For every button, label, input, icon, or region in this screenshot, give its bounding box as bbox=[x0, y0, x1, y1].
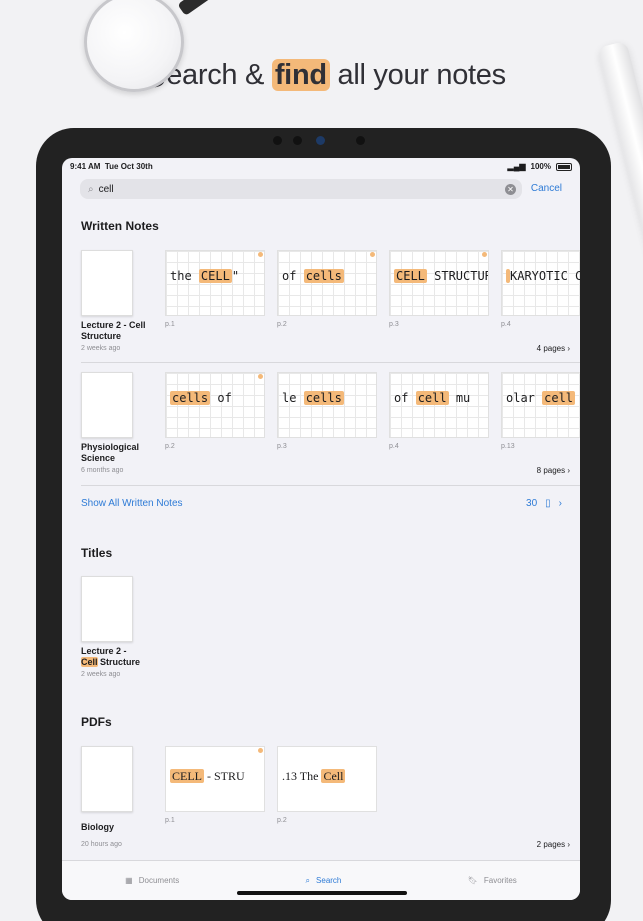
page-label: p.13 bbox=[501, 443, 515, 450]
section-titles: Titles bbox=[81, 546, 113, 560]
page-label: p.1 bbox=[165, 817, 175, 824]
home-indicator bbox=[237, 891, 407, 895]
document-name: Lecture 2 - Cell Structure bbox=[81, 320, 146, 341]
document-name: Biology bbox=[81, 822, 114, 832]
headline-part1: earch & bbox=[166, 59, 272, 91]
search-input[interactable]: ⌕ cell ✕ bbox=[80, 179, 522, 199]
document-name: Physiological Science bbox=[81, 442, 140, 463]
list-item[interactable]: Lecture 2 - Cell Structure 2 weeks ago bbox=[81, 576, 580, 686]
written-notes-count[interactable]: 30 ▯ › bbox=[526, 498, 562, 509]
grid-icon: ▦ bbox=[125, 876, 133, 885]
status-time: 9:41 AM bbox=[70, 162, 101, 171]
document-date: 2 weeks ago bbox=[81, 345, 121, 352]
document-thumbnail bbox=[81, 746, 133, 812]
page-count[interactable]: 4 pages › bbox=[537, 344, 570, 353]
page-label: p.2 bbox=[277, 817, 287, 824]
headline-highlight: find bbox=[271, 59, 330, 91]
page-count[interactable]: 8 pages › bbox=[537, 466, 570, 475]
section-written-notes: Written Notes bbox=[81, 219, 159, 233]
list-item[interactable]: Biology 20 hours ago CELL - STRU p.1 .13… bbox=[81, 746, 580, 856]
page-result[interactable]: of cell mu bbox=[389, 372, 489, 438]
clear-icon[interactable]: ✕ bbox=[505, 183, 516, 195]
page-result[interactable]: of cells bbox=[277, 250, 377, 316]
list-item[interactable]: Lecture 2 - Cell Structure 2 weeks ago t… bbox=[81, 250, 580, 360]
page-result[interactable]: CELL - STRU bbox=[165, 746, 265, 812]
page-label: p.3 bbox=[277, 443, 287, 450]
document-thumbnail bbox=[81, 250, 133, 316]
document-date: 20 hours ago bbox=[81, 841, 122, 848]
chevron-right-icon: › bbox=[558, 498, 562, 509]
page-label: p.3 bbox=[389, 321, 399, 328]
headline-part2: all your notes bbox=[329, 59, 507, 91]
page-result[interactable]: le cells bbox=[277, 372, 377, 438]
search-icon: ⌕ bbox=[88, 183, 94, 195]
app-screen: 9:41 AM Tue Oct 30th ▂▄▆ 100% ⌕ cell ✕ Ca… bbox=[62, 158, 580, 900]
search-icon: ⌕ bbox=[305, 875, 311, 885]
page-count[interactable]: 2 pages › bbox=[537, 840, 570, 849]
show-all-written-notes-link[interactable]: Show All Written Notes bbox=[81, 498, 183, 509]
page-label: p.2 bbox=[165, 443, 175, 450]
cancel-button[interactable]: Cancel bbox=[531, 183, 562, 194]
document-name: Lecture 2 - Cell Structure bbox=[81, 646, 141, 667]
document-date: 6 months ago bbox=[81, 467, 124, 474]
page-label: p.4 bbox=[389, 443, 399, 450]
battery-icon bbox=[556, 162, 572, 171]
tab-favorites[interactable]: 🔖︎ Favorites bbox=[468, 876, 517, 885]
document-icon: ▯ bbox=[545, 498, 551, 509]
page-result[interactable]: the CELL " bbox=[165, 250, 265, 316]
bookmark-icon: 🔖︎ bbox=[467, 876, 478, 885]
page-result[interactable]: olar cell bbox=[501, 372, 580, 438]
tab-search[interactable]: ⌕ Search bbox=[306, 876, 342, 886]
battery-label: 100% bbox=[530, 162, 551, 171]
page-label: p.1 bbox=[165, 321, 175, 328]
divider bbox=[81, 485, 580, 486]
divider bbox=[81, 362, 580, 363]
page-result[interactable]: .13 The Cell bbox=[277, 746, 377, 812]
page-result[interactable]: KARYOTIC CEL bbox=[501, 250, 580, 316]
section-pdfs: PDFs bbox=[81, 715, 112, 729]
page-label: p.4 bbox=[501, 321, 511, 328]
list-item[interactable]: Physiological Science 6 months ago cells… bbox=[81, 372, 580, 482]
document-thumbnail bbox=[81, 372, 133, 438]
page-result[interactable]: cells of bbox=[165, 372, 265, 438]
signal-icon: ▂▄▆ bbox=[507, 162, 526, 171]
document-thumbnail bbox=[81, 576, 133, 642]
tab-documents[interactable]: ▦ Documents bbox=[125, 876, 179, 885]
page-result[interactable]: CELL STRUCTURE bbox=[389, 250, 489, 316]
page-label: p.2 bbox=[277, 321, 287, 328]
search-value: cell bbox=[98, 183, 114, 195]
document-date: 2 weeks ago bbox=[81, 671, 121, 678]
status-bar: 9:41 AM Tue Oct 30th ▂▄▆ 100% bbox=[70, 162, 572, 171]
status-date: Tue Oct 30th bbox=[104, 162, 153, 171]
